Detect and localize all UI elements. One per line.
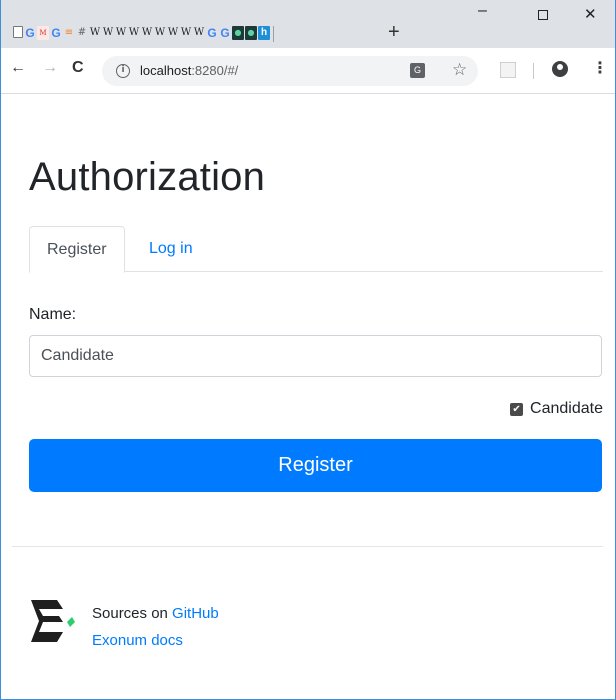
browser-toolbar: ← → C i localhost:8280/#/ G ☆ ⋮ [0, 48, 616, 94]
toolbar-divider [533, 63, 534, 79]
wiki-icon[interactable]: W [102, 26, 114, 40]
footer-sources-prefix: Sources on [92, 605, 173, 622]
tab-login[interactable]: Log in [132, 226, 210, 272]
tab-divider [273, 26, 274, 42]
info-icon[interactable]: i [116, 64, 130, 78]
wiki-icon[interactable]: W [154, 26, 166, 40]
bookmark-star-icon[interactable]: ☆ [452, 60, 467, 80]
new-tab-button[interactable]: + [388, 20, 400, 44]
menu-icon[interactable]: ⋮ [592, 60, 608, 78]
google-icon[interactable]: G [206, 26, 218, 40]
candidate-checkbox-label[interactable]: Candidate [530, 400, 603, 418]
google-icon[interactable]: G [50, 26, 62, 40]
stackoverflow-icon[interactable]: ≡ [63, 26, 75, 40]
reload-button[interactable]: C [72, 59, 84, 77]
url-rest: :8280/#/ [191, 63, 239, 78]
github-link[interactable]: GitHub [172, 605, 219, 622]
close-window-button[interactable]: ✕ [584, 7, 597, 22]
register-button[interactable]: Register [29, 439, 602, 492]
url-host: localhost [140, 63, 192, 78]
exonum-docs-link[interactable]: Exonum docs [92, 630, 183, 652]
back-button[interactable]: ← [10, 59, 26, 77]
footer-divider [12, 546, 603, 547]
name-input[interactable]: Candidate [29, 335, 602, 377]
wiki-icon[interactable]: W [128, 26, 140, 40]
candidate-checkbox-row[interactable]: ✔ Candidate [510, 399, 603, 419]
page-title: Authorization [29, 155, 266, 199]
wiki-icon[interactable]: W [193, 26, 205, 40]
browser-tabstrip: G M G ≡ # W W W W W W W W W G G ● ● h + … [0, 0, 616, 48]
minimize-button[interactable]: – [478, 3, 487, 19]
url-text[interactable]: localhost:8280/#/ [140, 62, 238, 80]
hash-icon[interactable]: # [76, 26, 88, 40]
translate-icon[interactable]: G [410, 63, 425, 78]
doc-icon[interactable] [13, 26, 23, 38]
h-icon[interactable]: h [258, 26, 270, 40]
wiki-icon[interactable]: W [115, 26, 127, 40]
wiki-icon[interactable]: W [167, 26, 179, 40]
maximize-button[interactable] [538, 8, 548, 22]
wiki-icon[interactable]: W [89, 26, 101, 40]
wiki-icon[interactable]: W [180, 26, 192, 40]
name-label: Name: [29, 306, 77, 323]
wiki-icon[interactable]: W [141, 26, 153, 40]
tab-register[interactable]: Register [29, 226, 125, 273]
app-icon[interactable]: ● [245, 26, 257, 40]
google-icon[interactable]: G [24, 26, 36, 40]
google-icon[interactable]: G [219, 26, 231, 40]
tab-favicon-row: G M G ≡ # W W W W W W W W W G G ● ● h [13, 26, 274, 42]
gmail-icon[interactable]: M [37, 26, 49, 40]
extension-icon[interactable] [500, 62, 516, 78]
footer-sources: Sources on GitHub [92, 603, 219, 625]
app-icon[interactable]: ● [232, 26, 244, 40]
auth-tabs: Register Log in [29, 226, 603, 273]
profile-icon[interactable] [552, 61, 568, 77]
forward-button[interactable]: → [42, 59, 58, 77]
address-bar[interactable]: i localhost:8280/#/ G ☆ [102, 56, 478, 86]
candidate-checkbox[interactable]: ✔ [510, 402, 524, 416]
maximize-icon [538, 10, 548, 20]
exonum-logo-icon [31, 600, 75, 642]
